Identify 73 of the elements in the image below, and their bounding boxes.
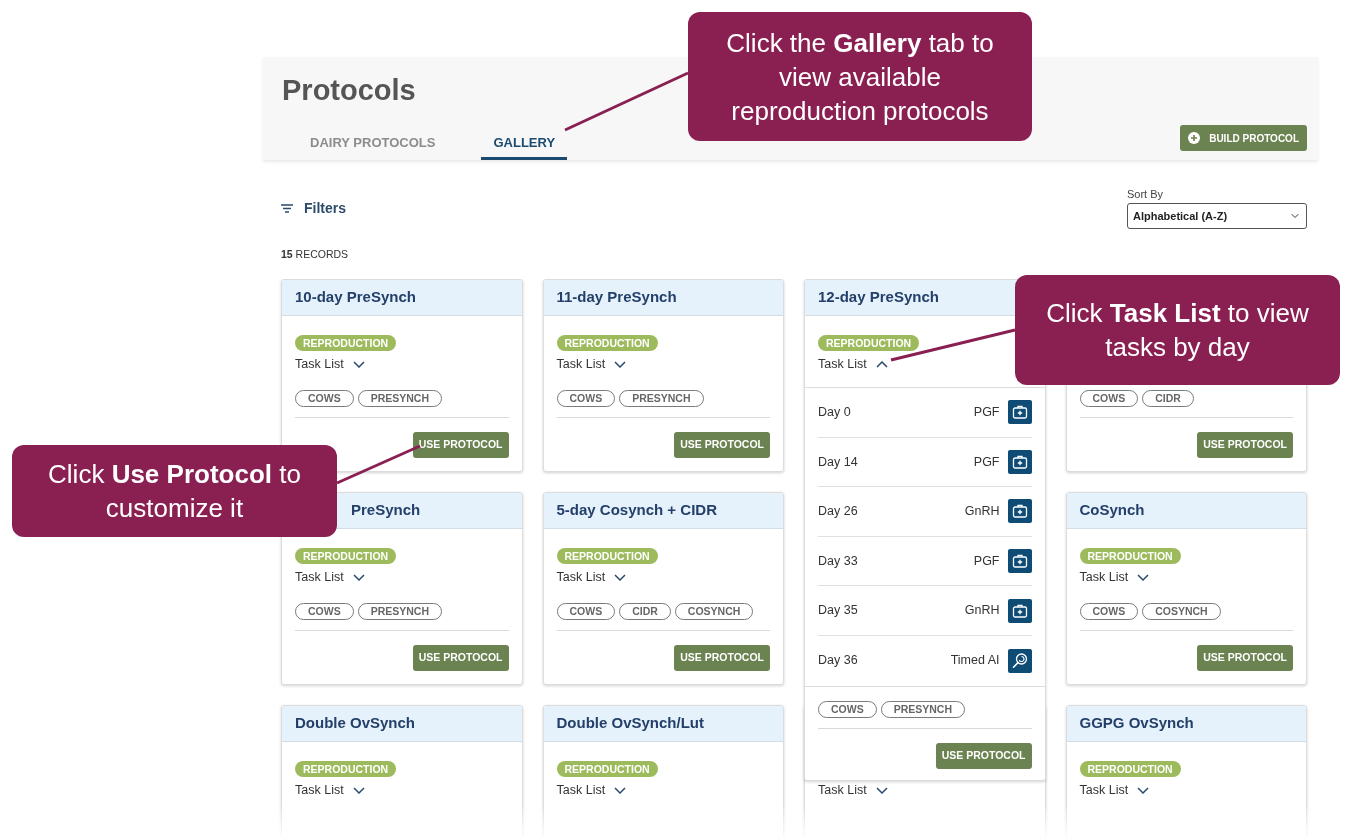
task-list-toggle[interactable]: Task List [556, 354, 627, 374]
category-badge: REPRODUCTION [295, 548, 397, 564]
task-list-toggle[interactable]: Task List [556, 567, 627, 587]
category-badge: REPRODUCTION [295, 335, 397, 351]
records-count: 15 RECORDS [281, 247, 349, 262]
filter-icon [281, 203, 293, 213]
use-protocol-button[interactable]: USE PROTOCOL [412, 645, 509, 671]
chevron-down-icon [875, 786, 888, 794]
callout: Click Task List to view tasks by day [1015, 275, 1340, 385]
chevron-down-icon [614, 360, 627, 368]
task-day: Day 14 [818, 452, 858, 472]
task-day: Day 0 [818, 402, 851, 422]
task-day: Day 35 [818, 601, 858, 621]
page-title: Protocols [282, 73, 416, 108]
task-list-toggle[interactable]: Task List [1079, 567, 1150, 587]
use-protocol-button[interactable]: USE PROTOCOL [1197, 645, 1293, 671]
medical-kit-icon [1007, 449, 1032, 474]
task-list-toggle[interactable]: Task List [295, 567, 365, 587]
card-title: CoSynch [1066, 493, 1306, 529]
task-day: Day 33 [818, 551, 858, 571]
chevron-down-icon [352, 786, 365, 794]
medical-kit-icon [1007, 400, 1032, 425]
chevron-down-icon [1137, 786, 1150, 794]
task-list-toggle[interactable]: Task List [818, 354, 888, 374]
tab[interactable]: GALLERY [481, 124, 568, 160]
chevron-up-icon [875, 360, 888, 368]
task-name: PGF [973, 552, 1000, 570]
card-title: GGPG OvSynch [1066, 706, 1306, 742]
chevron-down-icon [614, 573, 627, 581]
plus-circle-icon [1188, 132, 1201, 144]
chevron-down-icon [1137, 573, 1150, 581]
task-name: GnRH [964, 503, 1000, 521]
category-badge: REPRODUCTION [1079, 548, 1181, 564]
category-badge: REPRODUCTION [556, 548, 658, 564]
task-day: Day 36 [818, 651, 858, 671]
task-name: Timed AI [950, 652, 1000, 670]
use-protocol-button[interactable]: USE PROTOCOL [935, 742, 1032, 769]
medical-kit-icon [1007, 598, 1032, 623]
callout: Click Use Protocol to customize it [12, 445, 337, 537]
task-list-toggle[interactable]: Task List [1079, 780, 1150, 800]
callout: Click the Gallery tab to view available reproduction protocols [688, 12, 1032, 141]
use-protocol-button[interactable]: USE PROTOCOL [674, 645, 770, 671]
task-day: Day 26 [818, 502, 858, 521]
task-name: GnRH [964, 602, 1000, 620]
category-badge: REPRODUCTION [556, 335, 658, 351]
use-protocol-button[interactable]: USE PROTOCOL [412, 432, 509, 458]
task-list-toggle[interactable]: Task List [295, 780, 365, 800]
task-list-toggle[interactable]: Task List [556, 780, 627, 800]
task-name: PGF [973, 403, 1000, 421]
medical-kit-icon [1007, 499, 1032, 524]
chevron-down-icon [614, 786, 627, 794]
chevron-down-icon [352, 573, 365, 581]
task-list-toggle[interactable]: Task List [818, 780, 888, 800]
use-protocol-button[interactable]: USE PROTOCOL [1197, 432, 1293, 458]
category-badge: REPRODUCTION [556, 761, 658, 777]
magnifier-icon [1007, 648, 1032, 673]
card-title: Double OvSynch [282, 706, 522, 742]
card-title: 5-day Cosynch + CIDR [543, 493, 783, 529]
category-badge: REPRODUCTION [818, 335, 920, 351]
card-title: 11-day PreSynch [543, 280, 783, 316]
build-protocol-button[interactable]: BUILD PROTOCOL [1180, 125, 1307, 151]
task-name: PGF [973, 453, 1000, 471]
card-title: Double OvSynch/Lut [543, 706, 783, 742]
category-badge: REPRODUCTION [1079, 761, 1181, 777]
medical-kit-icon [1007, 549, 1032, 574]
chevron-down-icon [352, 360, 365, 368]
task-list-toggle[interactable]: Task List [295, 354, 365, 374]
card-title: 10-day PreSynch [282, 280, 522, 316]
use-protocol-button[interactable]: USE PROTOCOL [674, 432, 770, 458]
sort-label: Sort By [1127, 187, 1165, 201]
sort-select[interactable]: Alphabetical (A-Z) [1127, 203, 1307, 229]
category-badge: REPRODUCTION [295, 761, 397, 777]
filters-toggle[interactable]: Filters [281, 197, 346, 219]
